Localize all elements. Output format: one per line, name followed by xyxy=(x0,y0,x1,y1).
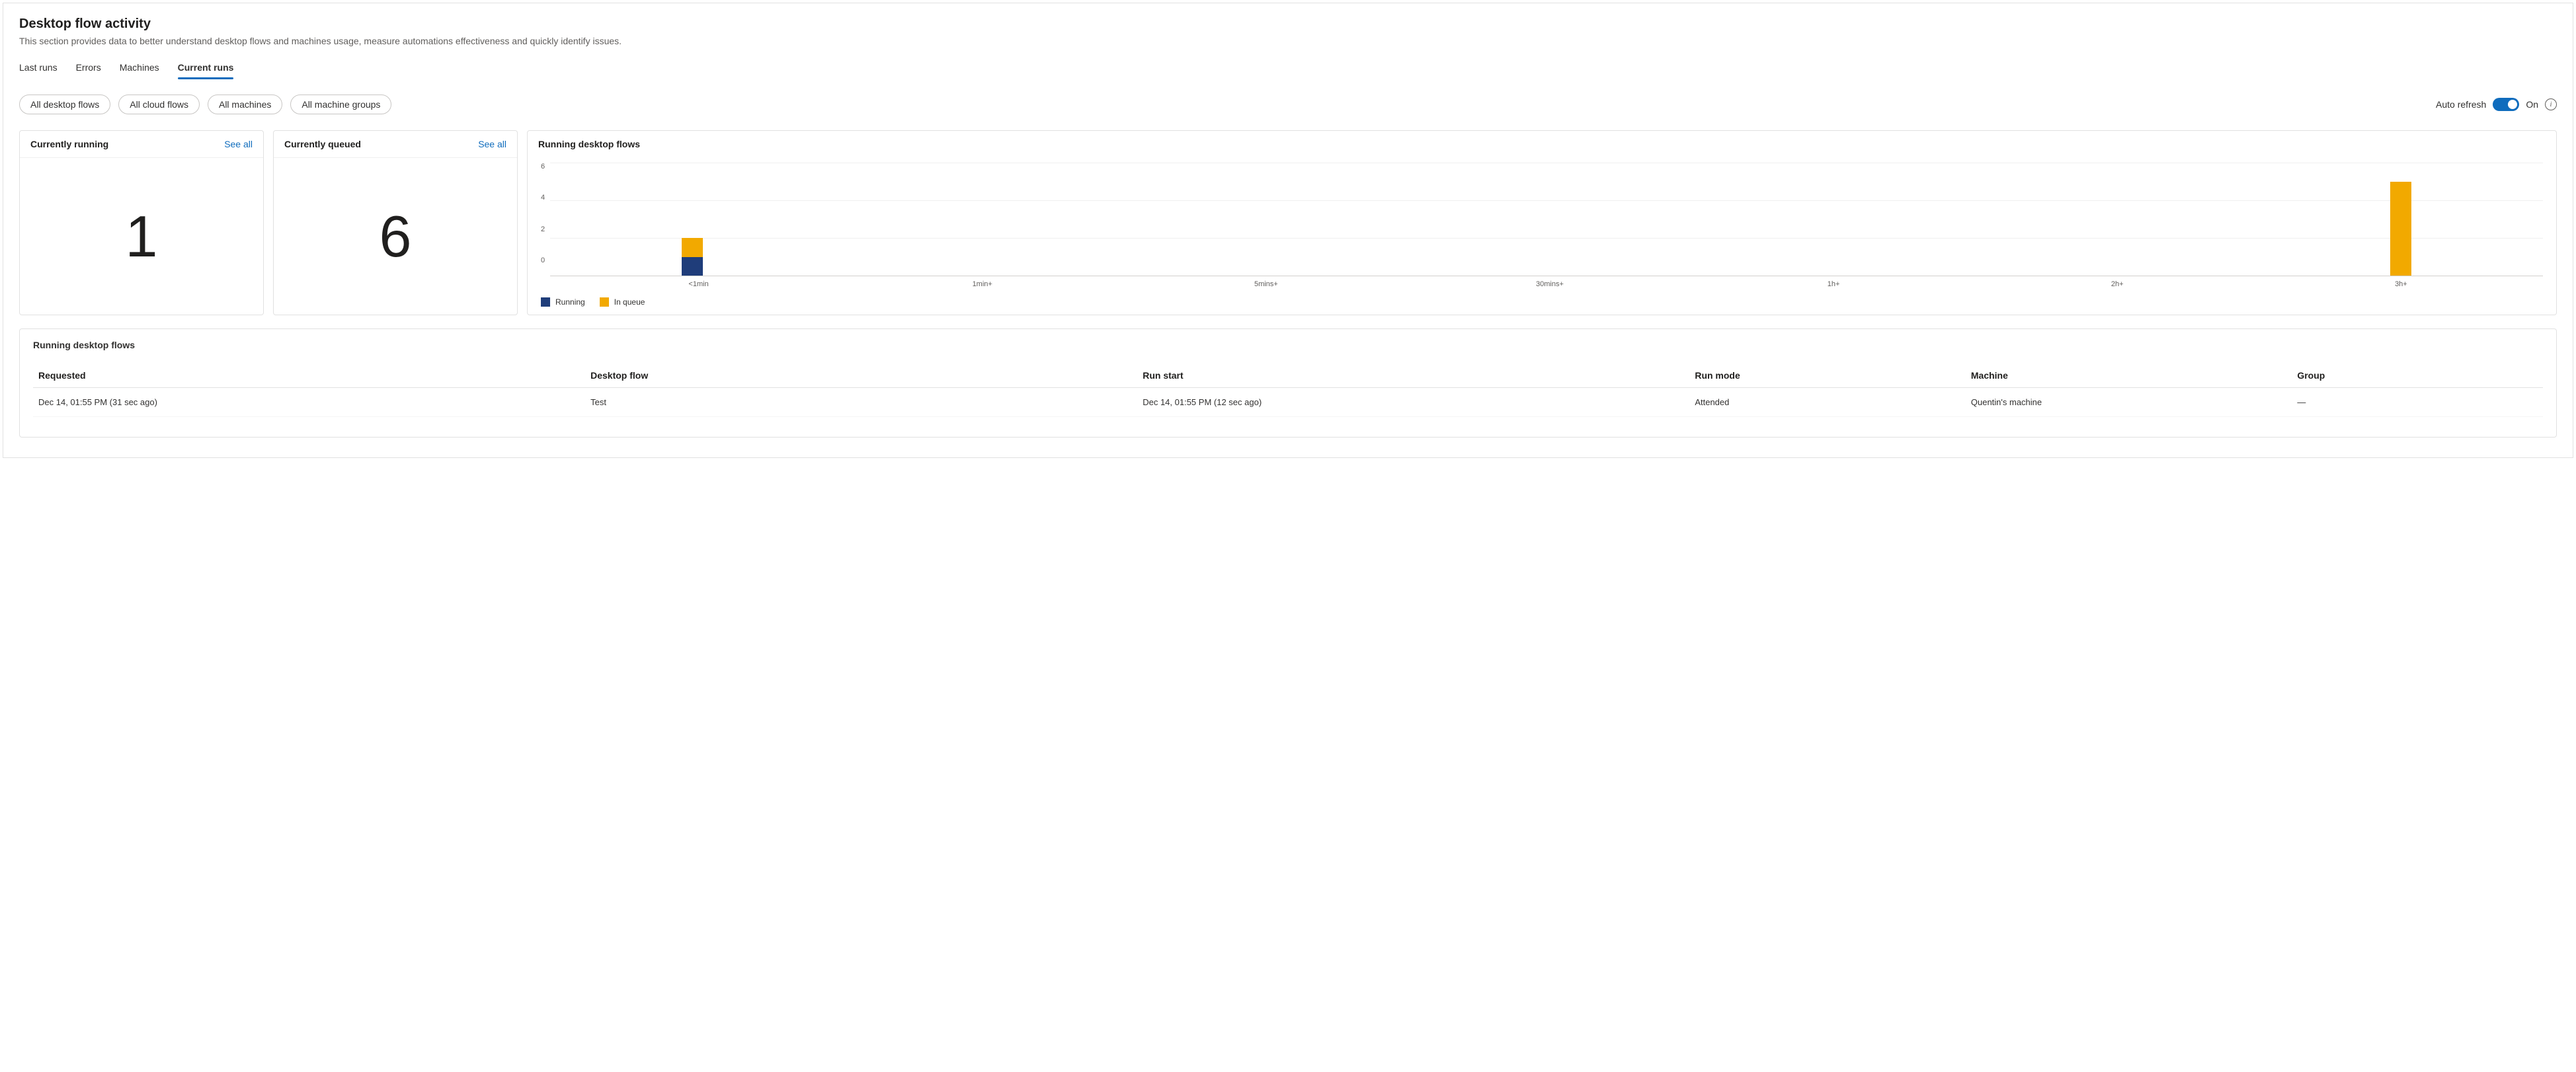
filter-all-desktop-flows[interactable]: All desktop flows xyxy=(19,95,110,114)
cell-flow: Test xyxy=(585,388,1137,417)
auto-refresh-state: On xyxy=(2526,99,2538,110)
chart-area: 6 4 2 0 xyxy=(541,163,2543,276)
bar-2h+ xyxy=(2105,163,2126,276)
y-tick: 0 xyxy=(541,256,545,264)
table-row[interactable]: Dec 14, 01:55 PM (31 sec ago)TestDec 14,… xyxy=(33,388,2543,417)
cell-start: Dec 14, 01:55 PM (12 sec ago) xyxy=(1137,388,1689,417)
chart-bars xyxy=(550,163,2543,276)
auto-refresh-toggle[interactable] xyxy=(2493,98,2519,111)
x-tick: 30mins+ xyxy=(1530,280,1570,288)
currently-queued-title: Currently queued xyxy=(284,139,361,149)
x-tick: <1min xyxy=(679,280,719,288)
tab-errors[interactable]: Errors xyxy=(76,58,101,79)
y-tick: 4 xyxy=(541,194,545,202)
filter-all-machine-groups[interactable]: All machine groups xyxy=(290,95,391,114)
running-flows-chart-card: Running desktop flows 6 4 2 0 <1min 1min+ 5mi… xyxy=(527,130,2557,315)
auto-refresh-group: Auto refresh On i xyxy=(2436,98,2557,111)
tab-last-runs[interactable]: Last runs xyxy=(19,58,58,79)
tab-machines[interactable]: Machines xyxy=(120,58,159,79)
info-icon[interactable]: i xyxy=(2545,98,2557,110)
chart-x-axis: <1min 1min+ 5mins+ 30mins+ 1h+ 2h+ 3h+ xyxy=(541,280,2543,288)
bar-3h+ xyxy=(2390,163,2411,276)
bar-segment-queue xyxy=(682,238,703,257)
col-run-mode[interactable]: Run mode xyxy=(1689,364,1966,388)
currently-running-card: Currently running See all 1 xyxy=(19,130,264,315)
page-title: Desktop flow activity xyxy=(19,17,2557,32)
cell-group: — xyxy=(2292,388,2543,417)
legend-running-label: Running xyxy=(555,297,585,307)
running-flows-table-card: Running desktop flows RequestedDesktop f… xyxy=(19,328,2557,438)
currently-running-title: Currently running xyxy=(30,139,108,149)
table-title: Running desktop flows xyxy=(33,340,2543,350)
chart-title: Running desktop flows xyxy=(538,139,640,149)
bar-segment-queue xyxy=(2390,182,2411,276)
filter-all-cloud-flows[interactable]: All cloud flows xyxy=(118,95,200,114)
bar-<1min xyxy=(682,163,703,276)
cell-requested: Dec 14, 01:55 PM (31 sec ago) xyxy=(33,388,585,417)
legend-queue-swatch xyxy=(600,297,609,307)
table-body: Dec 14, 01:55 PM (31 sec ago)TestDec 14,… xyxy=(33,388,2543,417)
x-tick: 1h+ xyxy=(1814,280,1853,288)
page-subtitle: This section provides data to better und… xyxy=(19,36,2557,46)
bar-1h+ xyxy=(1821,163,1842,276)
x-tick: 2h+ xyxy=(2097,280,2137,288)
col-machine[interactable]: Machine xyxy=(1966,364,2292,388)
y-tick: 2 xyxy=(541,225,545,233)
col-group[interactable]: Group xyxy=(2292,364,2543,388)
cell-machine: Quentin's machine xyxy=(1966,388,2292,417)
see-all-running[interactable]: See all xyxy=(224,139,253,149)
tab-current-runs[interactable]: Current runs xyxy=(178,58,234,79)
chart-y-axis: 6 4 2 0 xyxy=(541,163,550,276)
filter-row: All desktop flows All cloud flows All mach… xyxy=(19,95,2557,114)
y-tick: 6 xyxy=(541,163,545,171)
running-flows-table: RequestedDesktop flowRun startRun modeMa… xyxy=(33,364,2543,417)
legend-running: Running xyxy=(541,297,585,307)
cell-mode: Attended xyxy=(1689,388,1966,417)
legend-running-swatch xyxy=(541,297,550,307)
x-tick: 5mins+ xyxy=(1246,280,1286,288)
tabs-bar: Last runs Errors Machines Current runs xyxy=(19,58,2557,80)
bar-1min+ xyxy=(967,163,988,276)
currently-queued-card: Currently queued See all 6 xyxy=(273,130,518,315)
col-run-start[interactable]: Run start xyxy=(1137,364,1689,388)
chart-wrap: 6 4 2 0 <1min 1min+ 5mins+ 30mins+ 1h+ 2h+ 3h+ Ru… xyxy=(528,157,2556,315)
bar-30mins+ xyxy=(1536,163,1557,276)
filter-all-machines[interactable]: All machines xyxy=(208,95,282,114)
legend-queue: In queue xyxy=(600,297,645,307)
col-requested[interactable]: Requested xyxy=(33,364,585,388)
x-tick: 1min+ xyxy=(963,280,1002,288)
currently-queued-value: 6 xyxy=(274,158,517,315)
cards-row: Currently running See all 1 Currently qu… xyxy=(19,130,2557,315)
table-header-row: RequestedDesktop flowRun startRun modeMa… xyxy=(33,364,2543,388)
col-desktop-flow[interactable]: Desktop flow xyxy=(585,364,1137,388)
filter-pills: All desktop flows All cloud flows All mach… xyxy=(19,95,391,114)
bar-5mins+ xyxy=(1251,163,1272,276)
chart-legend: Running In queue xyxy=(541,297,2543,307)
chart-plot xyxy=(550,163,2543,276)
legend-queue-label: In queue xyxy=(614,297,645,307)
currently-running-value: 1 xyxy=(20,158,263,315)
bar-segment-running xyxy=(682,257,703,276)
x-tick: 3h+ xyxy=(2381,280,2421,288)
see-all-queued[interactable]: See all xyxy=(478,139,506,149)
page-container: Desktop flow activity This section provi… xyxy=(3,3,2573,458)
auto-refresh-label: Auto refresh xyxy=(2436,99,2486,110)
